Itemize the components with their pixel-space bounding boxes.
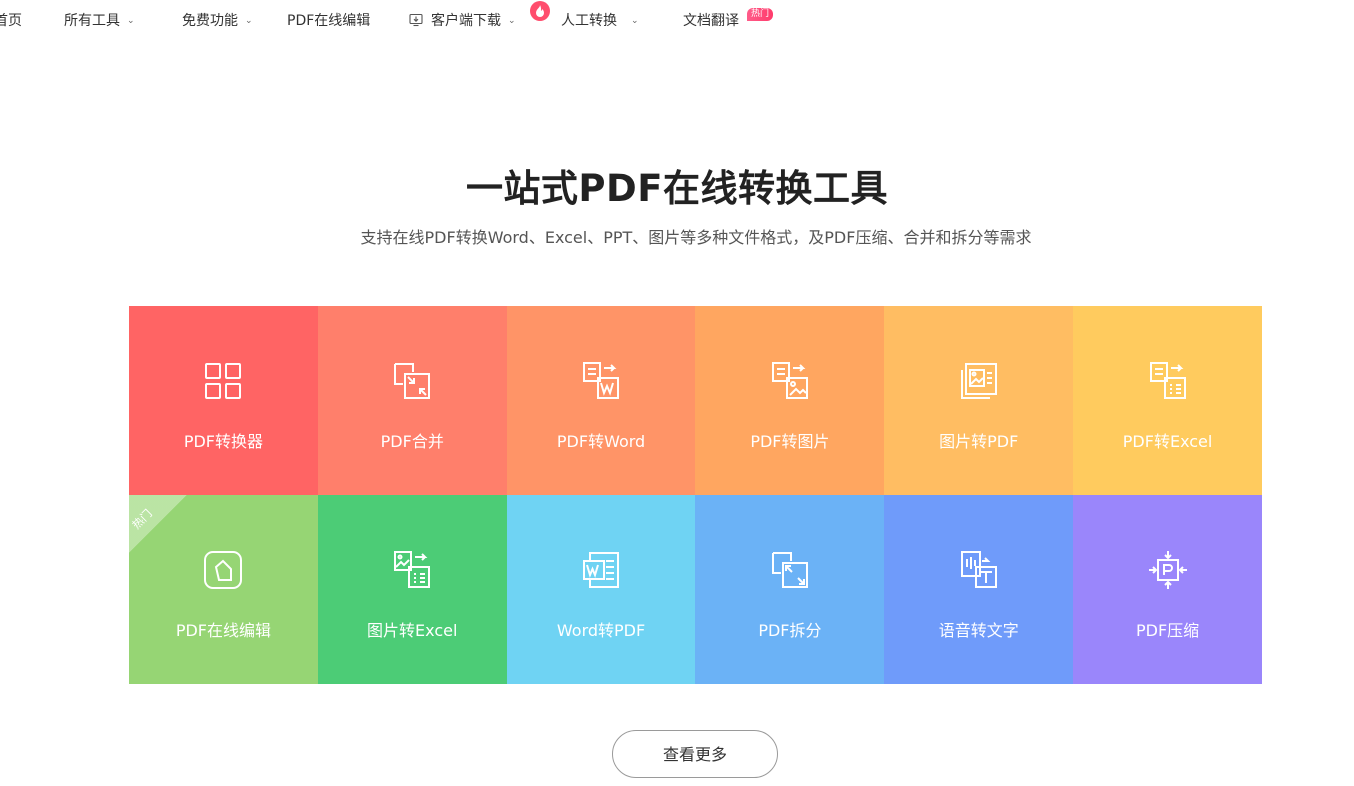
tile-word-to-pdf[interactable]: Word转PDF <box>506 495 696 684</box>
nav-doc-translate[interactable]: 文档翻译 <box>683 11 739 31</box>
tile-label: PDF转Excel <box>1122 432 1213 451</box>
grid-icon <box>205 363 242 399</box>
tile-pdf-to-word[interactable]: PDF转Word <box>506 306 696 495</box>
nav-pdf-edit[interactable]: PDF在线编辑 <box>287 11 370 31</box>
hot-corner-ribbon: 热门 <box>129 495 187 553</box>
nav-free-features[interactable]: 免费功能 ⌄ <box>182 11 253 31</box>
tile-pdf-merge[interactable]: PDF合并 <box>317 306 507 495</box>
tile-label: PDF转换器 <box>183 432 263 451</box>
tile-pdf-to-excel[interactable]: PDF转Excel <box>1073 306 1262 495</box>
merge-icon <box>394 363 431 399</box>
tile-pdf-converter[interactable]: PDF转换器 <box>129 306 318 495</box>
tile-pdf-to-image[interactable]: PDF转图片 <box>695 306 885 495</box>
chevron-down-icon: ⌄ <box>127 16 135 26</box>
compress-icon <box>1148 551 1187 589</box>
tool-grid: PDF转换器 PDF合并 PDF转Word PDF转图片 图片转PDF PDF转… <box>129 306 1262 684</box>
chevron-down-icon: ⌄ <box>245 16 253 26</box>
page-subtitle: 支持在线PDF转换Word、Excel、PPT、图片等多种文件格式，及PDF压缩… <box>360 228 1032 247</box>
nav-manual-convert[interactable]: 人工转换 ⌄ <box>561 11 639 31</box>
chevron-down-icon: ⌄ <box>508 16 516 26</box>
split-icon <box>771 552 808 588</box>
hot-badge: 热门 <box>747 8 774 21</box>
image-to-excel-icon <box>394 551 431 588</box>
tile-pdf-online-edit[interactable]: 热门 PDF在线编辑 <box>129 495 318 684</box>
download-monitor-icon <box>409 13 423 27</box>
tile-label: Word转PDF <box>556 621 646 640</box>
speech-to-text-icon <box>960 551 997 588</box>
nav-all-tools[interactable]: 所有工具 ⌄ <box>64 11 135 31</box>
tile-label: 语音转文字 <box>938 621 1019 640</box>
tile-label: PDF在线编辑 <box>175 621 271 640</box>
pdf-to-image-icon <box>771 362 808 399</box>
tile-label: PDF压缩 <box>1135 621 1200 640</box>
tile-label: PDF拆分 <box>758 621 822 640</box>
pdf-to-excel-icon <box>1149 362 1186 399</box>
tile-speech-to-text[interactable]: 语音转文字 <box>884 495 1074 684</box>
view-more-button[interactable]: 查看更多 <box>612 730 778 778</box>
tile-label: PDF转Word <box>556 432 646 451</box>
tile-label: PDF合并 <box>380 432 444 451</box>
image-to-pdf-icon <box>960 363 997 399</box>
word-to-pdf-icon <box>583 552 620 588</box>
tile-pdf-split[interactable]: PDF拆分 <box>695 495 885 684</box>
page-title: 一站式PDF在线转换工具 <box>465 167 889 210</box>
nav-client-download[interactable]: 客户端下载 ⌄ <box>409 11 516 31</box>
tile-label: 图片转PDF <box>939 432 1019 451</box>
tile-pdf-compress[interactable]: PDF压缩 <box>1073 495 1262 684</box>
tile-image-to-excel[interactable]: 图片转Excel <box>317 495 507 684</box>
chevron-down-icon: ⌄ <box>631 16 639 26</box>
tile-label: 图片转Excel <box>367 621 458 640</box>
top-nav: 首页 所有工具 ⌄ 免费功能 ⌄ PDF在线编辑 客户端下载 ⌄ 人工转换 ⌄ 文档翻译… <box>0 0 1354 42</box>
edit-icon <box>204 551 243 589</box>
tile-label: PDF转图片 <box>750 432 830 451</box>
fire-icon <box>530 1 550 21</box>
pdf-to-word-icon <box>583 362 620 399</box>
tile-image-to-pdf[interactable]: 图片转PDF <box>884 306 1074 495</box>
nav-home[interactable]: 首页 <box>0 11 22 31</box>
